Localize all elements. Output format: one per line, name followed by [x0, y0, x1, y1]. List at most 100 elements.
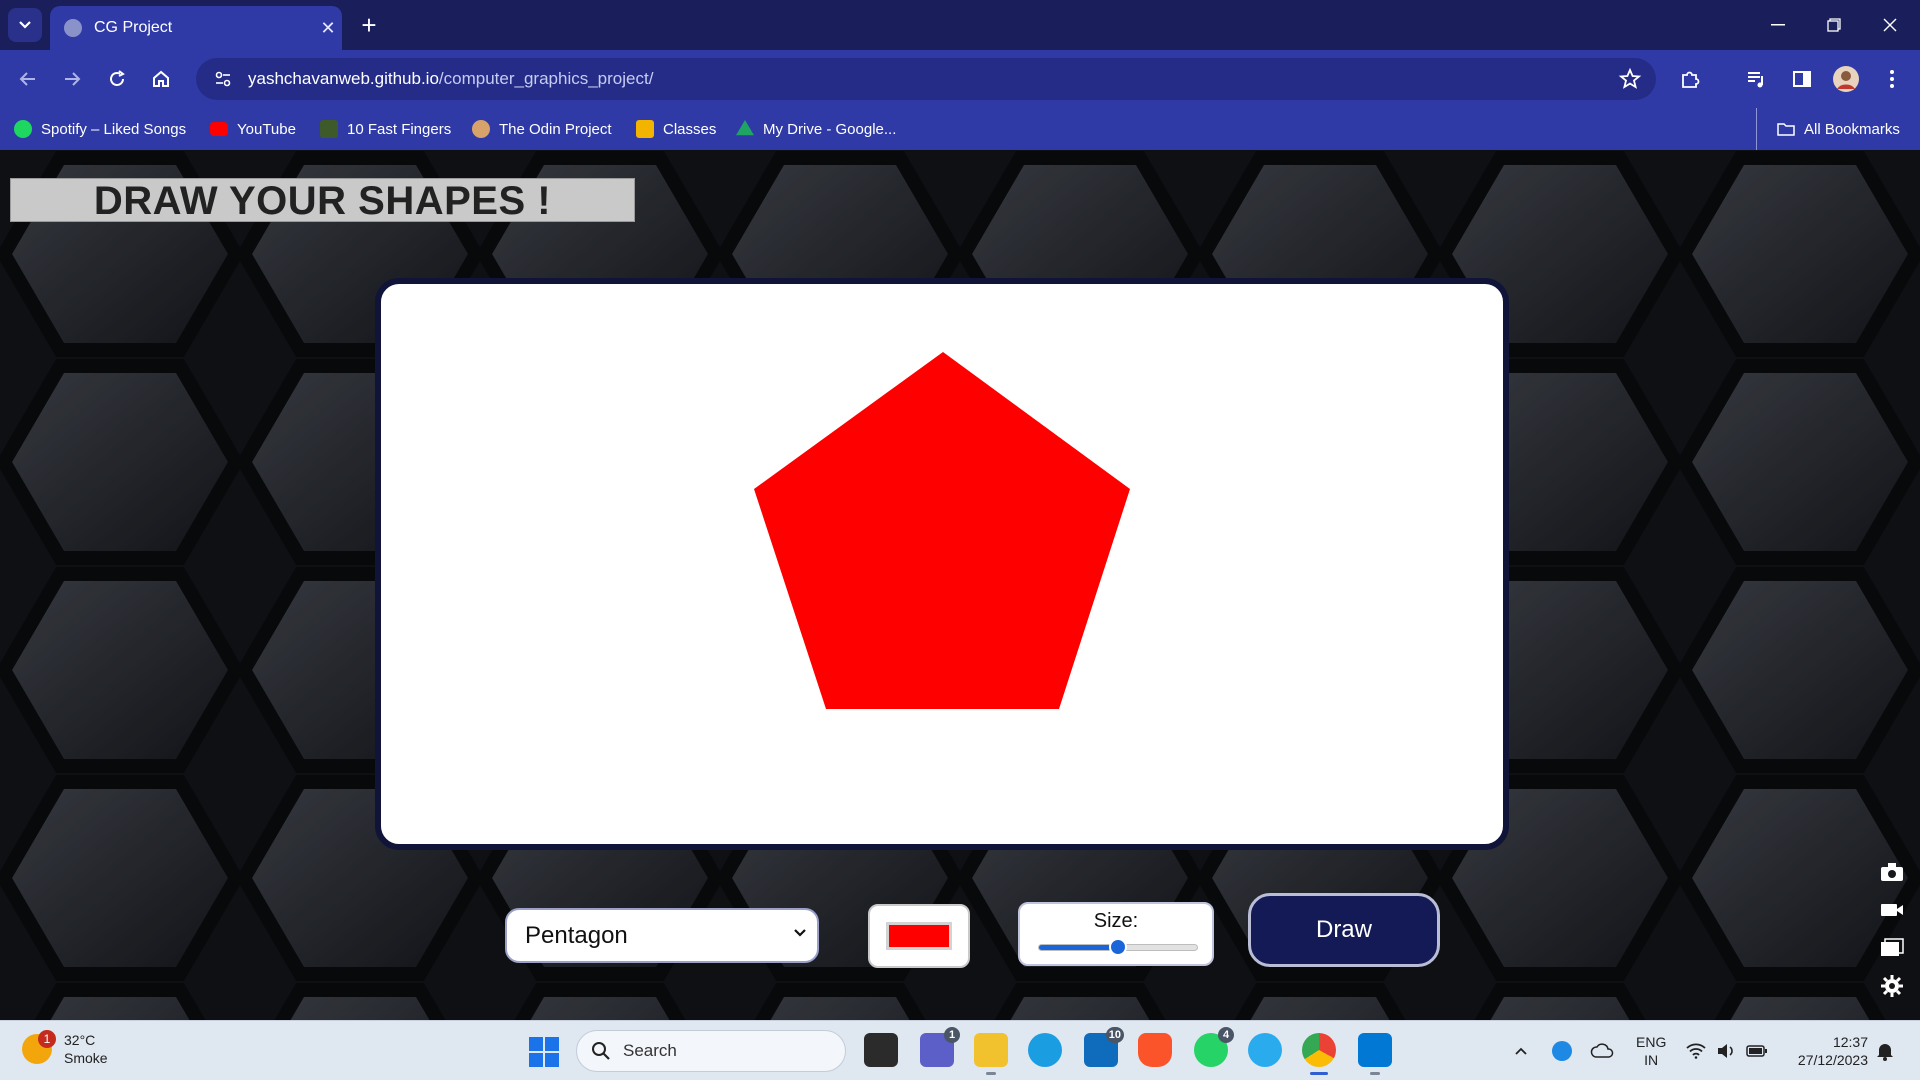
restore-button[interactable]	[1806, 0, 1862, 50]
browser-menu-button[interactable]	[1874, 61, 1910, 97]
odin-project-icon	[472, 120, 490, 138]
tab-search-button[interactable]	[8, 8, 42, 42]
windows-start-icon[interactable]	[528, 1036, 560, 1068]
vscode-icon[interactable]	[1358, 1033, 1392, 1075]
address-bar[interactable]: yashchavanweb.github.io/computer_graphic…	[196, 58, 1656, 100]
language-indicator[interactable]: ENG IN	[1636, 1033, 1666, 1069]
bookmark-label: YouTube	[237, 120, 296, 138]
browser-titlebar: CG Project ✕ +	[0, 0, 1920, 50]
volume-icon[interactable]	[1716, 1021, 1736, 1080]
teams-icon[interactable]: 1	[920, 1027, 960, 1067]
notifications-bell-icon[interactable]	[1876, 1021, 1894, 1080]
whatsapp-icon[interactable]: 4	[1194, 1027, 1234, 1067]
shape-select-value: Pentagon	[525, 921, 628, 949]
new-tab-button[interactable]: +	[352, 8, 386, 42]
camera-icon[interactable]	[1878, 858, 1906, 886]
classes-icon	[636, 120, 654, 138]
draw-button[interactable]: Draw	[1248, 893, 1440, 967]
reload-button[interactable]	[99, 61, 135, 97]
back-button[interactable]	[10, 61, 46, 97]
profile-button[interactable]	[1828, 61, 1864, 97]
site-info-icon[interactable]	[212, 68, 234, 90]
clock-date: 27/12/2023	[1797, 1052, 1868, 1068]
minimize-button[interactable]	[1750, 0, 1806, 50]
puzzle-icon	[1682, 71, 1700, 88]
close-window-button[interactable]	[1862, 0, 1918, 50]
color-picker[interactable]	[868, 904, 970, 968]
settings-gear-icon[interactable]	[1878, 972, 1906, 1000]
mail-badge: 10	[1105, 1027, 1124, 1043]
teams-badge: 1	[944, 1027, 960, 1043]
taskbar-search[interactable]: Search	[576, 1030, 846, 1072]
home-icon	[153, 70, 169, 87]
url-path: /computer_graphics_project/	[438, 69, 654, 88]
drawing-canvas[interactable]	[375, 278, 1509, 850]
wifi-icon[interactable]	[1686, 1021, 1706, 1080]
show-hidden-icons[interactable]	[1514, 1021, 1528, 1080]
bookmark-label: The Odin Project	[499, 120, 612, 138]
lang-line2: IN	[1644, 1052, 1659, 1068]
weather-temp: 32°C	[64, 1032, 96, 1048]
bookmark-spotify[interactable]: Spotify – Liked Songs	[14, 108, 186, 150]
clock-time: 12:37	[1832, 1034, 1868, 1050]
all-bookmarks-label: All Bookmarks	[1804, 120, 1900, 138]
home-button[interactable]	[143, 61, 179, 97]
size-control: Size:	[1018, 902, 1214, 966]
video-camera-icon[interactable]	[1878, 896, 1906, 924]
folder-icon	[1777, 123, 1795, 136]
close-icon	[1883, 18, 1897, 32]
spotify-icon	[14, 120, 32, 138]
forward-button[interactable]	[54, 61, 90, 97]
bookmark-label: Classes	[663, 120, 717, 138]
bookmark-youtube[interactable]: YouTube	[210, 108, 296, 150]
close-tab-icon[interactable]: ✕	[314, 18, 342, 39]
all-bookmarks[interactable]: All Bookmarks	[1756, 108, 1900, 150]
arrow-right-icon	[65, 72, 81, 86]
size-slider-thumb[interactable]	[1109, 938, 1127, 956]
browser-tab-active[interactable]: CG Project ✕	[50, 6, 342, 50]
pentagon-shape	[754, 352, 1130, 709]
media-controls-button[interactable]	[1738, 61, 1774, 97]
chevron-down-icon	[19, 21, 31, 29]
gallery-icon[interactable]	[1878, 934, 1906, 962]
file-explorer-icon[interactable]	[974, 1033, 1008, 1075]
weather-icon: 1	[22, 1030, 56, 1064]
whatsapp-badge: 4	[1218, 1027, 1234, 1043]
more-vertical-icon	[1890, 70, 1894, 88]
side-panel-icon	[1793, 71, 1811, 87]
bookmark-label: My Drive - Google...	[763, 120, 897, 138]
page-title: DRAW YOUR SHAPES !	[10, 178, 635, 223]
edge-icon[interactable]	[1028, 1033, 1062, 1067]
search-placeholder: Search	[623, 1041, 677, 1060]
bookmark-odin-project[interactable]: The Odin Project	[472, 108, 612, 150]
weather-widget[interactable]: 1 32°C Smoke	[22, 1030, 108, 1067]
size-slider-fill	[1039, 945, 1119, 950]
side-panel-button[interactable]	[1784, 61, 1820, 97]
running-indicator	[1370, 1072, 1380, 1075]
onedrive-icon[interactable]	[1590, 1021, 1614, 1080]
taskbar-clock[interactable]: 12:37 27/12/2023	[1788, 1033, 1868, 1069]
bookmark-10-fast-fingers[interactable]: 10 Fast Fingers	[320, 108, 451, 150]
chevron-down-icon	[794, 929, 806, 937]
bookmark-star-icon[interactable]	[1618, 67, 1642, 91]
extensions-button[interactable]	[1672, 61, 1708, 97]
bookmark-google-drive[interactable]: My Drive - Google...	[736, 108, 896, 150]
youtube-icon	[210, 122, 228, 136]
battery-icon[interactable]	[1746, 1021, 1768, 1080]
telegram-icon[interactable]	[1248, 1033, 1282, 1067]
task-view-icon[interactable]	[864, 1033, 898, 1067]
brave-icon[interactable]	[1138, 1033, 1172, 1067]
tray-app-icon[interactable]	[1552, 1021, 1572, 1080]
10-fast-fingers-icon	[320, 120, 338, 138]
chrome-icon[interactable]	[1302, 1033, 1336, 1075]
bookmark-classes[interactable]: Classes	[636, 108, 716, 150]
globe-icon	[64, 19, 82, 37]
url-text: yashchavanweb.github.io/computer_graphic…	[248, 69, 653, 89]
shape-select[interactable]: Pentagon	[505, 908, 819, 963]
windows-taskbar: 1 32°C Smoke Search 1 10 4 ENG IN 12:37 …	[0, 1020, 1920, 1080]
avatar	[1833, 66, 1859, 92]
web-page: DRAW YOUR SHAPES ! Pentagon Size: Draw	[0, 150, 1920, 1020]
color-swatch	[886, 922, 952, 950]
browser-toolbar: yashchavanweb.github.io/computer_graphic…	[0, 50, 1920, 108]
mail-icon[interactable]: 10	[1084, 1027, 1124, 1067]
